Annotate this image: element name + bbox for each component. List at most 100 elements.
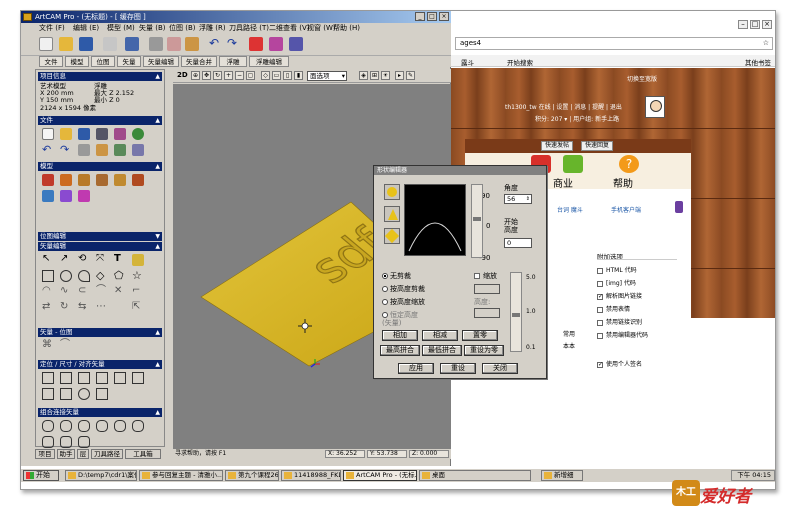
redo-icon[interactable]: ↷ bbox=[60, 144, 72, 156]
layers-icon[interactable] bbox=[132, 144, 144, 156]
save-as-icon[interactable] bbox=[96, 128, 108, 140]
collapse-icon[interactable]: ▲ bbox=[155, 328, 160, 337]
new-model-icon[interactable] bbox=[42, 128, 54, 140]
transform-icon[interactable]: ⟲ bbox=[78, 254, 90, 266]
collapse-icon[interactable]: ▼ bbox=[155, 232, 160, 241]
trace-icon[interactable]: ⌘ bbox=[42, 340, 54, 352]
menu-item[interactable]: 浮雕 (R) bbox=[199, 23, 226, 34]
scale-checkbox[interactable]: 缩放 bbox=[474, 272, 497, 280]
user-line[interactable]: th1300_tw 在线 | 设置 | 消息 | 提醒 | 退出 bbox=[505, 102, 622, 111]
model-size-icon[interactable] bbox=[42, 174, 54, 186]
globe-icon[interactable] bbox=[132, 128, 144, 140]
merge-low-button[interactable]: 最低拼合 bbox=[422, 345, 462, 356]
warp-icon[interactable]: ⇱ bbox=[132, 302, 144, 314]
address-bar[interactable]: ages4 ☆ bbox=[455, 37, 773, 50]
radio-unclip[interactable]: 无剪裁 bbox=[382, 272, 411, 280]
taskbar-item[interactable]: 参与回复主题 - 清雅小... bbox=[139, 470, 223, 481]
option-row[interactable]: 禁用编辑器代码 bbox=[597, 330, 648, 339]
model-origin-icon[interactable] bbox=[60, 174, 72, 186]
side-tab-common[interactable]: 常用 bbox=[563, 329, 575, 338]
view-iso-icon[interactable]: ◇ bbox=[261, 71, 270, 80]
menu-item[interactable]: 编辑 (E) bbox=[73, 23, 99, 34]
split-vector-icon[interactable] bbox=[60, 436, 72, 448]
checkbox-icon[interactable] bbox=[597, 267, 603, 274]
print-icon[interactable] bbox=[103, 37, 117, 51]
minimize-icon[interactable]: _ bbox=[415, 12, 425, 21]
taskbar-item[interactable]: 新增细 bbox=[541, 470, 583, 481]
star-icon[interactable]: ☆ bbox=[763, 38, 769, 49]
size-width-icon[interactable] bbox=[42, 388, 54, 400]
taskbar-item[interactable]: 11418988_FKDD Malls bbox=[281, 470, 341, 481]
rotate-icon[interactable]: ↻ bbox=[60, 302, 72, 314]
measure-icon[interactable] bbox=[132, 254, 144, 266]
view-mode-label[interactable]: 2D bbox=[177, 71, 188, 79]
taskbar-item[interactable]: 第九个课程26.mov bbox=[225, 470, 279, 481]
collapse-icon[interactable]: ▲ bbox=[155, 408, 160, 417]
bezier-icon[interactable]: ∿ bbox=[60, 286, 72, 298]
weld-icon[interactable] bbox=[78, 420, 90, 432]
close-icon[interactable]: × bbox=[762, 20, 772, 29]
model-split-icon[interactable] bbox=[114, 174, 126, 186]
align-right-icon[interactable] bbox=[78, 372, 90, 384]
save-icon[interactable] bbox=[79, 37, 93, 51]
panel-tab[interactable]: 助手 bbox=[57, 449, 75, 459]
file-header[interactable]: 文件 ▲ bbox=[38, 116, 162, 125]
zoom-out-icon[interactable]: − bbox=[235, 71, 244, 80]
angle-input[interactable]: 56 ⇕ bbox=[504, 194, 532, 204]
view-dropdown[interactable]: 面选项 ▾ bbox=[307, 71, 347, 81]
light-icon[interactable]: ☀ bbox=[381, 71, 390, 80]
height-input[interactable] bbox=[474, 308, 500, 318]
size-height-icon[interactable] bbox=[60, 388, 72, 400]
menu-item[interactable]: 位图 (B) bbox=[169, 23, 196, 34]
view-front-icon[interactable]: ▯ bbox=[283, 71, 292, 80]
polyline-icon[interactable]: ◇ bbox=[96, 270, 108, 282]
mobile-client-link[interactable]: 手机客户端 bbox=[611, 205, 641, 214]
scale-slider[interactable] bbox=[510, 272, 522, 352]
radio-scale-height[interactable]: 按高度缩放 bbox=[382, 298, 425, 306]
model-grid-icon[interactable] bbox=[42, 190, 54, 202]
align-left-icon[interactable] bbox=[42, 372, 54, 384]
open-model-icon[interactable] bbox=[60, 128, 72, 140]
rectangle-icon[interactable] bbox=[42, 270, 54, 282]
scale-input[interactable] bbox=[474, 284, 500, 294]
bookmark-mid[interactable]: 开始搜索 bbox=[507, 57, 533, 67]
grid-icon[interactable] bbox=[114, 144, 126, 156]
bookmark-other[interactable]: 其他书签 bbox=[745, 57, 771, 67]
maximize-icon[interactable]: □ bbox=[427, 12, 437, 21]
text-tool-icon[interactable]: T bbox=[114, 254, 126, 266]
trim-icon[interactable]: ✕ bbox=[114, 286, 126, 298]
bookmark-left[interactable]: 露斗 bbox=[461, 57, 474, 67]
tab-item[interactable]: 浮雕 bbox=[219, 56, 247, 67]
option-row[interactable]: [img] 代码 bbox=[597, 278, 636, 287]
option-row[interactable]: 禁用链接识别 bbox=[597, 317, 642, 326]
arc-icon[interactable]: ◠ bbox=[42, 286, 54, 298]
option-row[interactable]: 禁用表情 bbox=[597, 304, 630, 313]
tab-item[interactable]: 位图 bbox=[91, 56, 115, 67]
view-side-icon[interactable]: ▮ bbox=[294, 71, 303, 80]
panel-tab[interactable]: 刀具路径 bbox=[91, 449, 123, 459]
tab-item[interactable]: 矢量编辑 bbox=[143, 56, 179, 67]
reset-zero-button[interactable]: 重设为零 bbox=[464, 345, 504, 356]
join-icon[interactable]: ⌒ bbox=[96, 286, 108, 298]
preview-icon[interactable] bbox=[125, 37, 139, 51]
menu-item[interactable]: 刀具路径 (T) bbox=[229, 23, 269, 34]
align-center-icon[interactable] bbox=[60, 372, 72, 384]
shade-icon[interactable]: ◈ bbox=[359, 71, 368, 80]
play-icon[interactable]: ▸ bbox=[395, 71, 404, 80]
help-question-icon[interactable]: ? bbox=[619, 155, 639, 173]
tool-help-icon[interactable] bbox=[289, 37, 303, 51]
undo-icon[interactable]: ↶ bbox=[209, 37, 223, 51]
star-icon[interactable]: ☆ bbox=[132, 270, 144, 282]
business-cube-icon[interactable] bbox=[563, 155, 583, 173]
ellipse-icon[interactable] bbox=[78, 270, 90, 282]
rotate-view-icon[interactable]: ↻ bbox=[213, 71, 222, 80]
tab-item[interactable]: 矢量合并 bbox=[181, 56, 217, 67]
cut-icon[interactable] bbox=[78, 144, 90, 156]
panel-tab[interactable]: 工具箱 bbox=[125, 449, 161, 459]
align-middle-icon[interactable] bbox=[132, 372, 144, 384]
side-tab-text[interactable]: 本本 bbox=[563, 341, 575, 350]
menu-item[interactable]: 帮助 (H) bbox=[333, 23, 360, 34]
subtract-icon[interactable] bbox=[96, 420, 108, 432]
circle-icon[interactable] bbox=[60, 270, 72, 282]
model-color-icon[interactable] bbox=[60, 190, 72, 202]
